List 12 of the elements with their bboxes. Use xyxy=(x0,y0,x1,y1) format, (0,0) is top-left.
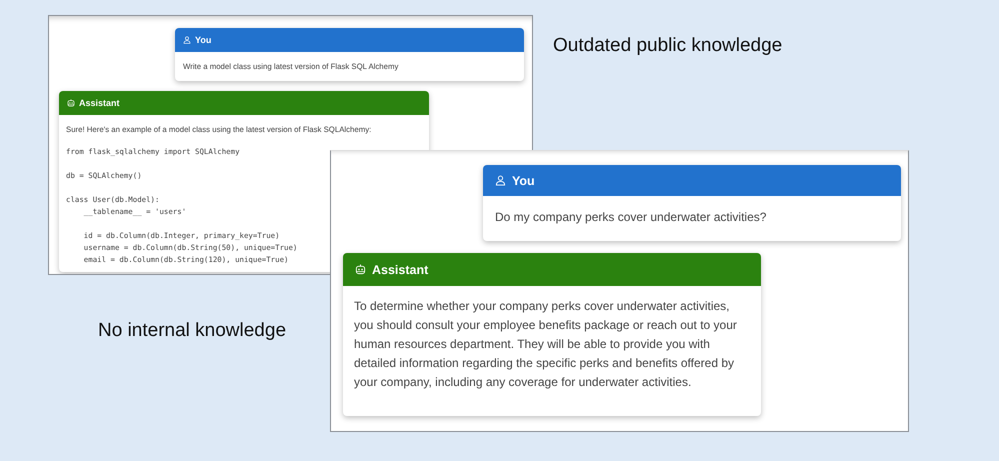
sender-name: Assistant xyxy=(372,262,428,276)
sender-name: You xyxy=(512,174,535,188)
robot-icon xyxy=(67,99,75,107)
person-icon xyxy=(183,36,191,44)
message-text: To determine whether your company perks cover underwater activities, you should consult your employee benefits package or reach out to your human resources department. They will be able to provide you with detailed information regarding the specific perks and benefits offered by your company, including any coverage for underwater activities. xyxy=(354,298,738,391)
slide-caption: No internal knowledge xyxy=(98,320,286,342)
sender-name: You xyxy=(195,35,212,45)
robot-icon xyxy=(355,264,366,275)
slide-caption: Outdated public knowledge xyxy=(553,35,782,57)
message-text: Do my company perks cover underwater activities? xyxy=(495,210,768,224)
sender-name: Assistant xyxy=(79,98,120,108)
person-icon xyxy=(495,175,506,186)
